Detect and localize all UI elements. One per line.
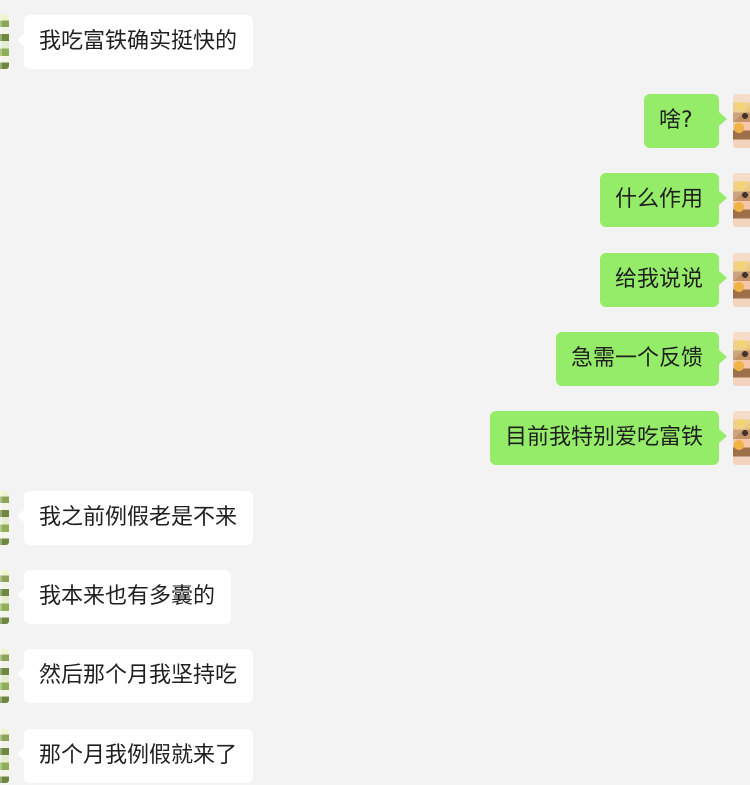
outgoing-message-bubble[interactable]: 什么作用 [600, 173, 719, 227]
message-bubble-tail [719, 350, 727, 364]
message-bubble-tail [719, 429, 727, 443]
message-row-left: 然后那个月我坚持吃 [0, 649, 750, 705]
message-row-right: 目前我特别爱吃富铁 [0, 411, 750, 467]
chat-message-list: 我吃富铁确实挺快的 啥? 什么作用 给我说说 急需一个反馈 目前我特别爱吃富铁 … [0, 0, 750, 783]
outgoing-message-bubble[interactable]: 急需一个反馈 [556, 332, 719, 386]
message-bubble-tail [719, 271, 727, 285]
incoming-message-bubble[interactable]: 我吃富铁确实挺快的 [24, 15, 253, 69]
message-row-right: 什么作用 [0, 173, 750, 229]
contact-avatar-icon[interactable] [0, 491, 9, 545]
message-bubble-tail [719, 112, 727, 126]
message-row-left: 我之前例假老是不来 [0, 491, 750, 547]
message-row-left: 我吃富铁确实挺快的 [0, 15, 750, 71]
incoming-message-bubble[interactable]: 我之前例假老是不来 [24, 491, 253, 545]
message-row-right: 给我说说 [0, 253, 750, 309]
user-avatar-icon[interactable] [733, 253, 750, 307]
user-avatar-icon[interactable] [733, 94, 750, 148]
user-avatar-icon[interactable] [733, 332, 750, 386]
message-row-right: 急需一个反馈 [0, 332, 750, 388]
message-bubble-tail [719, 191, 727, 205]
contact-avatar-icon[interactable] [0, 570, 9, 624]
message-row-left: 我本来也有多囊的 [0, 570, 750, 626]
contact-avatar-icon[interactable] [0, 649, 9, 703]
incoming-message-bubble[interactable]: 然后那个月我坚持吃 [24, 649, 253, 703]
outgoing-message-bubble[interactable]: 给我说说 [600, 253, 719, 307]
user-avatar-icon[interactable] [733, 173, 750, 227]
incoming-message-bubble[interactable]: 那个月我例假就来了 [24, 729, 253, 783]
contact-avatar-icon[interactable] [0, 729, 9, 783]
incoming-message-bubble[interactable]: 我本来也有多囊的 [24, 570, 231, 624]
message-row-left: 那个月我例假就来了 [0, 729, 750, 785]
outgoing-message-bubble[interactable]: 啥? [644, 94, 719, 148]
contact-avatar-icon[interactable] [0, 15, 9, 69]
user-avatar-icon[interactable] [733, 411, 750, 465]
outgoing-message-bubble[interactable]: 目前我特别爱吃富铁 [490, 411, 719, 465]
message-row-right: 啥? [0, 94, 750, 150]
